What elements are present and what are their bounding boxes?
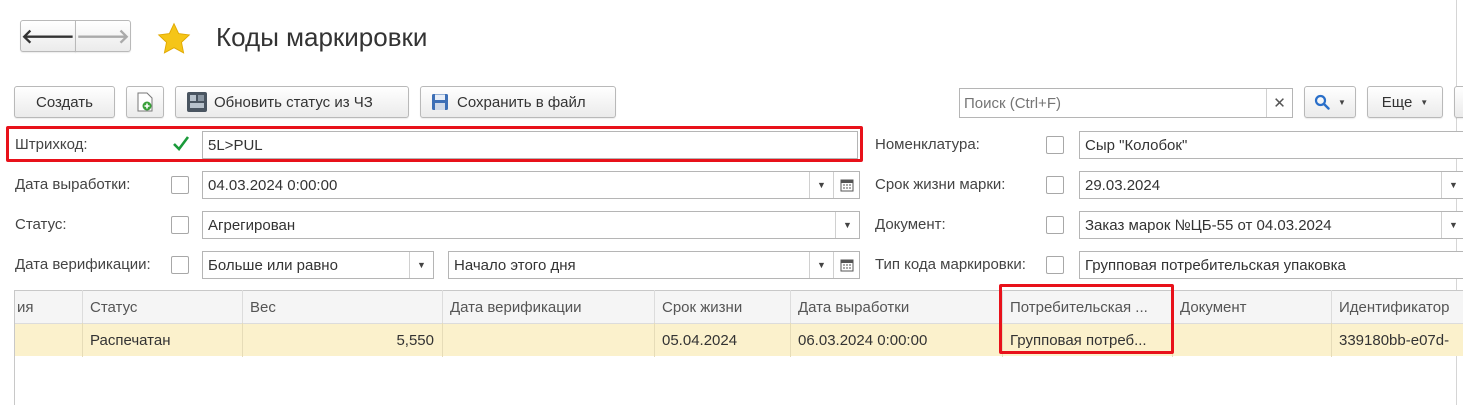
barcode-highlight-frame xyxy=(6,126,863,162)
production-date-field[interactable]: 04.03.2024 0:00:00 ▼ xyxy=(202,171,860,199)
nomenclature-label: Номенклатура: xyxy=(875,136,980,153)
mark-life-value: 29.03.2024 xyxy=(1085,176,1161,194)
honest-sign-icon xyxy=(187,92,207,112)
consumer-column-highlight-frame xyxy=(999,284,1174,354)
table-cell xyxy=(15,323,83,357)
column-header-document[interactable]: Документ xyxy=(1173,290,1332,324)
save-file-button[interactable]: Сохранить в файл xyxy=(420,86,616,118)
status-field[interactable]: Агрегирован ▼ xyxy=(202,211,860,239)
add-document-icon xyxy=(137,92,153,112)
table-cell-life: 05.04.2024 xyxy=(655,323,791,357)
chevron-down-icon: ▼ xyxy=(417,260,426,270)
forward-button[interactable]: 🡒 xyxy=(75,20,131,52)
floppy-disk-icon xyxy=(432,94,448,110)
column-header[interactable]: ия xyxy=(15,290,83,324)
code-type-field[interactable]: Групповая потребительская упаковка xyxy=(1079,251,1463,279)
clear-search-button[interactable]: ✕ xyxy=(1266,89,1292,117)
chevron-down-icon: ▼ xyxy=(817,260,826,270)
column-header-life[interactable]: Срок жизни xyxy=(655,290,791,324)
table-cell-document xyxy=(1173,323,1332,357)
search-input[interactable] xyxy=(960,90,1265,116)
extra-button-cut[interactable] xyxy=(1454,86,1463,118)
more-button[interactable]: Еще ▼ xyxy=(1367,86,1443,118)
code-type-checkbox[interactable] xyxy=(1046,256,1064,274)
document-value: Заказ марок №ЦБ-55 от 04.03.2024 xyxy=(1085,216,1332,234)
verification-condition-value: Больше или равно xyxy=(208,256,338,274)
column-header-weight[interactable]: Вес xyxy=(243,290,443,324)
document-label: Документ: xyxy=(875,216,946,233)
chevron-down-icon: ▼ xyxy=(817,180,826,190)
mark-life-checkbox[interactable] xyxy=(1046,176,1064,194)
production-date-checkbox[interactable] xyxy=(171,176,189,194)
back-button[interactable]: 🡐 xyxy=(20,20,76,52)
chevron-down-icon: ▼ xyxy=(1420,97,1429,107)
column-header-production-date[interactable]: Дата выработки xyxy=(791,290,1003,324)
nomenclature-checkbox[interactable] xyxy=(1046,136,1064,154)
close-icon: ✕ xyxy=(1273,95,1286,112)
column-header-status[interactable]: Статус xyxy=(83,290,243,324)
table-cell-identifier: 339180bb-e07d- xyxy=(1339,331,1450,349)
verification-condition-field[interactable]: Больше или равно ▼ xyxy=(202,251,434,279)
search-options-button[interactable]: ▼ xyxy=(1304,86,1356,118)
arrow-right-icon: 🡒 xyxy=(76,25,130,48)
table-cell-production-date: 06.03.2024 0:00:00 xyxy=(791,323,1003,357)
calendar-icon xyxy=(840,179,853,192)
update-status-label: Обновить статус из ЧЗ xyxy=(214,93,373,111)
mark-life-label: Срок жизни марки: xyxy=(875,176,1006,193)
arrow-left-icon: 🡐 xyxy=(21,25,75,48)
column-header-verification-date[interactable]: Дата верификации xyxy=(443,290,655,324)
chevron-down-icon: ▼ xyxy=(1449,220,1458,230)
status-label: Статус: xyxy=(15,216,67,233)
verification-date-value: Начало этого дня xyxy=(454,256,576,274)
column-header-identifier[interactable]: Идентификатор xyxy=(1332,290,1463,324)
status-checkbox[interactable] xyxy=(171,216,189,234)
save-file-label: Сохранить в файл xyxy=(457,93,586,111)
verification-date-checkbox[interactable] xyxy=(171,256,189,274)
mark-life-dropdown[interactable]: ▼ xyxy=(1441,172,1463,198)
verification-condition-dropdown[interactable]: ▼ xyxy=(409,252,433,278)
mark-life-field[interactable]: 29.03.2024 ▼ xyxy=(1079,171,1463,199)
table-cell-verification-date xyxy=(443,323,655,357)
table-cell-weight: 5,550 xyxy=(243,323,443,357)
nomenclature-field[interactable]: Сыр "Колобок" xyxy=(1079,131,1463,159)
create-button[interactable]: Создать xyxy=(14,86,115,118)
favorite-star-icon[interactable] xyxy=(156,21,192,57)
document-field[interactable]: Заказ марок №ЦБ-55 от 04.03.2024 ▼ xyxy=(1079,211,1463,239)
chevron-down-icon: ▼ xyxy=(1449,180,1458,190)
update-status-button[interactable]: Обновить статус из ЧЗ xyxy=(175,86,409,118)
table-cell-status: Распечатан xyxy=(83,323,243,357)
document-dropdown[interactable]: ▼ xyxy=(1441,212,1463,238)
search-field[interactable]: ✕ xyxy=(959,88,1293,118)
search-icon xyxy=(1314,94,1330,110)
add-file-button[interactable] xyxy=(126,86,164,118)
more-label: Еще xyxy=(1381,93,1413,111)
production-date-dropdown[interactable]: ▼ xyxy=(809,172,833,198)
calendar-icon xyxy=(840,259,853,272)
verification-date-calendar[interactable] xyxy=(833,252,859,278)
chevron-down-icon: ▼ xyxy=(1338,97,1346,107)
page-title: Коды маркировки xyxy=(216,22,428,52)
production-date-value: 04.03.2024 0:00:00 xyxy=(208,176,338,194)
document-checkbox[interactable] xyxy=(1046,216,1064,234)
production-date-label: Дата выработки: xyxy=(15,176,131,193)
production-date-calendar[interactable] xyxy=(833,172,859,198)
verification-date-field[interactable]: Начало этого дня ▼ xyxy=(448,251,860,279)
verification-date-label: Дата верификации: xyxy=(15,256,151,273)
code-type-label: Тип кода маркировки: xyxy=(875,256,1026,273)
status-value: Агрегирован xyxy=(208,216,296,234)
status-dropdown[interactable]: ▼ xyxy=(835,212,859,238)
chevron-down-icon: ▼ xyxy=(843,220,852,230)
verification-date-dropdown[interactable]: ▼ xyxy=(809,252,833,278)
